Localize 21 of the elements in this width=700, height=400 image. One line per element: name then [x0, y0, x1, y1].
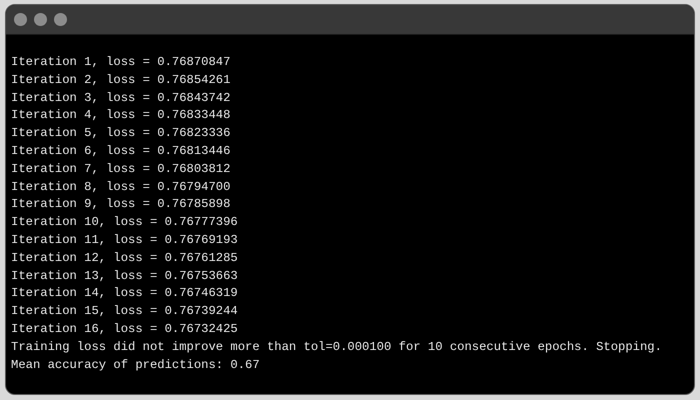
output-line: Iteration 9, loss = 0.76785898 — [11, 196, 230, 214]
output-line: Iteration 7, loss = 0.76803812 — [11, 160, 230, 178]
output-line: Iteration 8, loss = 0.76794700 — [11, 178, 230, 196]
output-line: Iteration 16, loss = 0.76732425 — [11, 320, 238, 338]
output-line: Iteration 12, loss = 0.76761285 — [11, 250, 238, 267]
minimize-button[interactable] — [34, 13, 47, 26]
output-line: Iteration 2, loss = 0.76854261 — [11, 72, 230, 89]
output-line: Iteration 10, loss = 0.76777396 — [11, 214, 238, 232]
output-line: Iteration 1, loss = 0.76870847 — [11, 54, 230, 71]
output-line: Iteration 3, loss = 0.76843742 — [11, 90, 230, 107]
output-line: Mean accuracy of predictions: 0.67 — [11, 356, 260, 374]
output-line: Iteration 6, loss = 0.76813446 — [11, 142, 230, 160]
output-line: Iteration 4, loss = 0.76833448 — [11, 107, 230, 124]
output-line: Iteration 13, loss = 0.76753663 — [11, 268, 238, 285]
output-line: Iteration 15, loss = 0.76739244 — [11, 303, 238, 320]
output-line: Iteration 11, loss = 0.76769193 — [11, 232, 238, 249]
output-line: Iteration 14, loss = 0.76746319 — [11, 285, 238, 302]
output-line: Iteration 5, loss = 0.76823336 — [11, 125, 230, 142]
close-button[interactable] — [14, 13, 27, 26]
zoom-button[interactable] — [54, 13, 67, 26]
output-line: Training loss did not improve more than tol=0.000100 for 10 consecutive epochs. Stopping. — [11, 338, 662, 356]
